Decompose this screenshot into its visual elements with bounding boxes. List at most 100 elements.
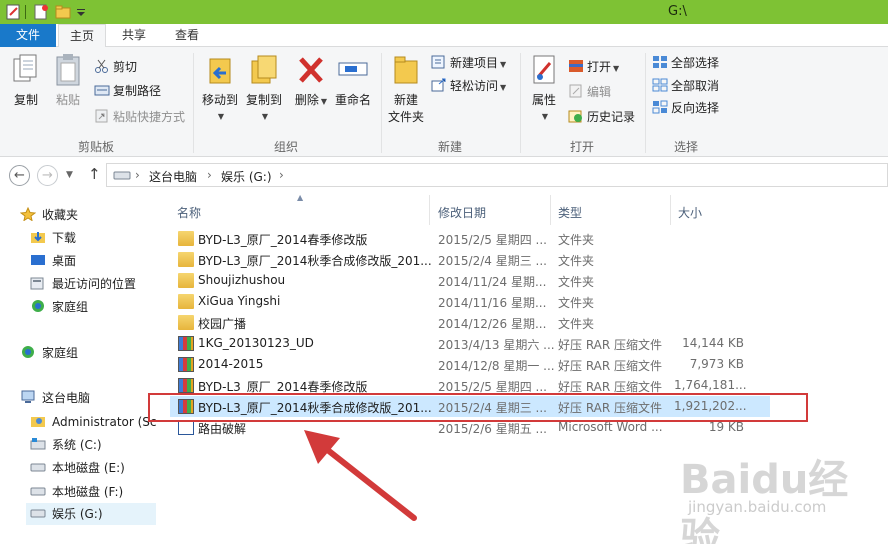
back-button[interactable]: ←	[9, 165, 30, 186]
copy-path-button[interactable]: 复制路径	[94, 81, 161, 101]
homegroup-icon	[32, 300, 44, 312]
copy-to-button[interactable]: 复制到 ▼	[242, 53, 286, 122]
history-button[interactable]: 历史记录	[568, 107, 635, 127]
invert-selection-button[interactable]: 反向选择	[652, 98, 719, 118]
file-type: 好压 RAR 压缩文件	[558, 359, 663, 373]
nav-this-pc[interactable]: 这台电脑	[20, 387, 90, 409]
column-separator[interactable]	[670, 195, 671, 225]
file-size: 19 KB	[708, 420, 744, 434]
file-row[interactable]: BYD-L3_原厂_2014春季修改版 2015/2/5 星期四 ... 文件夹	[170, 228, 770, 249]
file-type: 文件夹	[558, 275, 595, 289]
nav-downloads[interactable]: 下载	[30, 227, 76, 249]
edit-label: 编辑	[587, 85, 612, 99]
column-header-name[interactable]: 名称	[177, 201, 201, 225]
rename-button[interactable]: 重命名	[333, 53, 373, 108]
paste-button[interactable]: 粘贴	[50, 53, 86, 108]
new-item-icon	[431, 55, 445, 69]
nav-drive-g-label: 娱乐 (G:)	[52, 507, 103, 521]
cut-button[interactable]: 剪切	[94, 57, 137, 77]
scissors-icon	[95, 59, 108, 73]
nav-system-drive[interactable]: 系统 (C:)	[30, 434, 102, 456]
breadcrumb-drive[interactable]: 娱乐 (G:)	[221, 168, 272, 185]
copy-path-label: 复制路径	[113, 84, 162, 98]
copy-button[interactable]: 复制	[6, 53, 46, 108]
nav-favorites[interactable]: 收藏夹	[20, 204, 78, 226]
tab-file[interactable]: 文件	[0, 24, 56, 47]
group-separator	[645, 53, 646, 153]
file-type: 好压 RAR 压缩文件	[558, 338, 663, 352]
nav-administrator[interactable]: Administrator (Sc	[30, 411, 157, 433]
file-row[interactable]: 1KG_20130123_UD 2013/4/13 星期六 ... 好压 RAR 压…	[170, 333, 770, 354]
tab-share[interactable]: 共享	[112, 24, 156, 47]
paste-shortcut-label: 粘贴快捷方式	[113, 110, 186, 124]
file-date: 2015/2/4 星期三 ...	[438, 254, 547, 268]
tab-view[interactable]: 查看	[164, 24, 210, 47]
nav-disk-f[interactable]: 本地磁盘 (F:)	[30, 481, 123, 503]
file-size: 14,144 KB	[682, 336, 744, 350]
column-header-type[interactable]: 类型	[558, 201, 582, 225]
ribbon-tabs: 文件 主页 共享 查看	[0, 24, 888, 48]
title-bar: G:\	[0, 0, 888, 24]
column-separator[interactable]	[429, 195, 430, 225]
file-name: BYD-L3_原厂_2014秋季合成修改版_201...	[198, 254, 432, 268]
quick-access-properties-icon[interactable]	[6, 3, 22, 21]
recent-places-icon	[30, 277, 44, 290]
star-icon	[20, 207, 36, 221]
new-folder-button[interactable]: 新建 文件夹	[386, 53, 426, 125]
file-date: 2014/11/24 星期...	[438, 275, 547, 289]
file-date: 2013/4/13 星期六 ...	[438, 338, 555, 352]
up-arrow-icon[interactable]: ↑	[88, 165, 101, 183]
quick-access-customize-icon[interactable]	[75, 3, 87, 21]
copy-icon	[13, 54, 37, 82]
easy-access-button[interactable]: 轻松访问 ▼	[431, 76, 506, 96]
address-bar[interactable]: › 这台电脑 › 娱乐 (G:) ›	[106, 163, 888, 187]
history-icon	[568, 110, 582, 123]
downloads-icon	[31, 232, 45, 243]
nav-drive-g[interactable]: 娱乐 (G:)	[26, 503, 156, 525]
tab-home[interactable]: 主页	[58, 24, 106, 48]
open-button[interactable]: 打开 ▼	[568, 57, 619, 77]
select-all-button[interactable]: 全部选择	[652, 53, 719, 73]
file-name: BYD-L3_原厂_2014春季修改版	[198, 233, 368, 247]
nav-disk-e[interactable]: 本地磁盘 (E:)	[30, 457, 125, 479]
file-row[interactable]: 校园广播 2014/12/26 星期... 文件夹	[170, 312, 770, 333]
breadcrumb-this-pc[interactable]: 这台电脑	[149, 168, 197, 185]
delete-button[interactable]: 删除 ▼	[294, 53, 328, 108]
nav-desktop[interactable]: 桌面	[30, 250, 76, 272]
nav-this-pc-label: 这台电脑	[42, 391, 91, 405]
file-row[interactable]: XiGua Yingshi 2014/11/16 星期... 文件夹	[170, 291, 770, 312]
select-none-button[interactable]: 全部取消	[652, 76, 719, 96]
chevron-down-icon: ▼	[541, 112, 549, 121]
column-separator[interactable]	[550, 195, 551, 225]
sort-ascending-icon: ▲	[297, 193, 304, 202]
chevron-down-icon: ▼	[217, 112, 225, 121]
file-row[interactable]: Shoujizhushou 2014/11/24 星期... 文件夹	[170, 270, 770, 291]
forward-button[interactable]: →	[37, 165, 58, 186]
nav-desktop-label: 桌面	[52, 254, 77, 268]
quick-access-folder-icon[interactable]	[55, 3, 71, 21]
new-item-button[interactable]: 新建项目 ▼	[431, 53, 506, 73]
paste-shortcut-button[interactable]: 粘贴快捷方式	[94, 107, 185, 127]
column-header-date[interactable]: 修改日期	[438, 201, 486, 225]
properties-button[interactable]: 属性 ▼	[524, 53, 564, 122]
nav-homegroup[interactable]: 家庭组	[20, 342, 78, 364]
open-group-label: 打开	[569, 140, 594, 154]
open-label: 打开	[587, 60, 612, 74]
baidu-watermark-url: jingyan.baidu.com	[688, 498, 827, 516]
edit-button[interactable]: 编辑	[568, 82, 611, 102]
recent-locations-chevron-icon[interactable]: ▼	[66, 170, 73, 180]
nav-recent[interactable]: 最近访问的位置	[30, 273, 136, 295]
file-row[interactable]: BYD-L3_原厂_2014秋季合成修改版_201... 2015/2/4 星期三…	[170, 249, 770, 270]
file-type: 文件夹	[558, 296, 595, 310]
new-folder-label-1: 新建	[393, 93, 418, 107]
pointer-arrow-icon	[304, 430, 417, 521]
move-to-button[interactable]: 移动到 ▼	[198, 53, 242, 122]
nav-system-drive-label: 系统 (C:)	[52, 438, 102, 452]
file-row[interactable]: 2014-2015 2014/12/8 星期一 ... 好压 RAR 压缩文件 7,9…	[170, 354, 770, 375]
nav-homegroup-favorite[interactable]: 家庭组	[30, 296, 88, 318]
column-header-size[interactable]: 大小	[678, 201, 702, 225]
drive-icon	[113, 171, 131, 180]
nav-homegroup-label: 家庭组	[42, 346, 79, 360]
chevron-down-icon: ▼	[261, 112, 269, 121]
quick-access-new-doc-icon[interactable]	[33, 3, 49, 21]
